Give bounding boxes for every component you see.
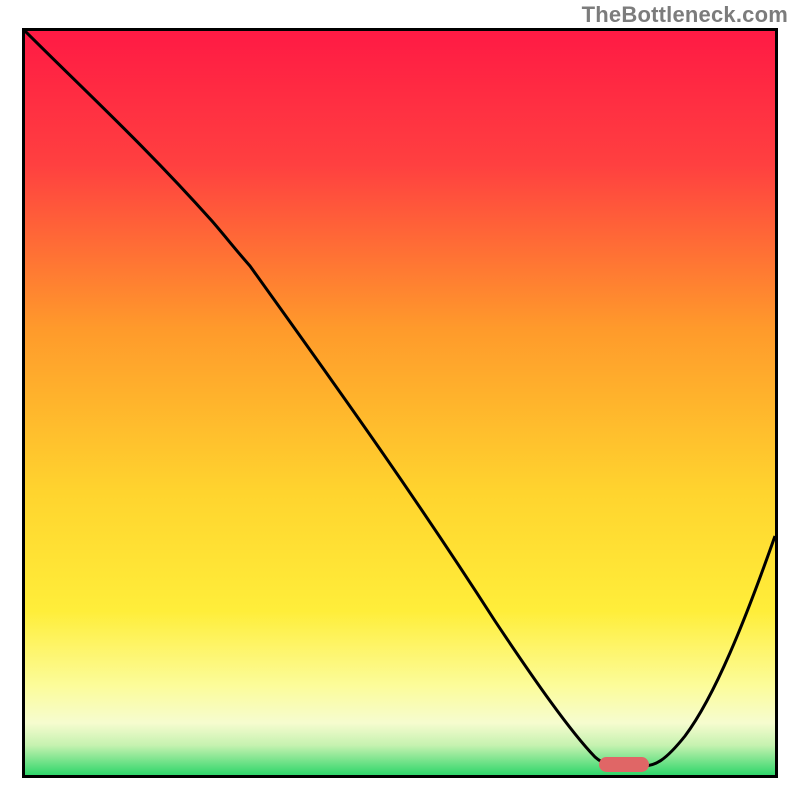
- chart-area: [22, 28, 778, 778]
- watermark-text: TheBottleneck.com: [582, 2, 788, 28]
- marker-pill: [599, 757, 649, 772]
- curve-layer: [25, 31, 775, 775]
- bottleneck-curve-path: [25, 31, 775, 766]
